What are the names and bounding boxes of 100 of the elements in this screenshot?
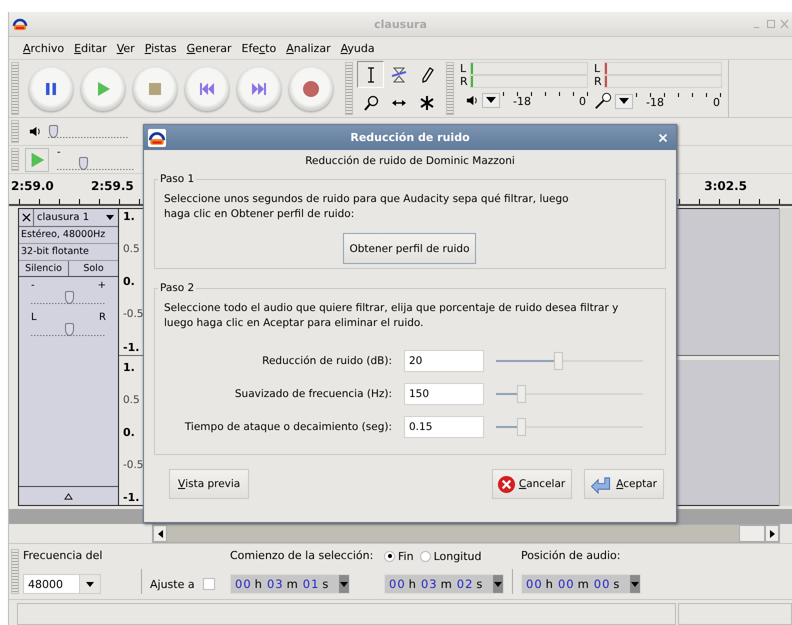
- record-button[interactable]: [289, 66, 333, 110]
- dialog-title: Reducción de ruido: [350, 131, 470, 144]
- speaker-icon: [466, 94, 479, 106]
- instruction-text: Seleccione todo el audio que quiere filtrar, elija que porcentaje de ruido desea filtrar y luego haga clic en Aceptar para eliminar el ruido.: [164, 301, 619, 331]
- slider-thumb[interactable]: [78, 156, 88, 170]
- time-control[interactable]: 00 h 03 m 01 s: [230, 574, 350, 594]
- scale-label: -0.5: [123, 308, 144, 320]
- speaker-icon: [29, 125, 42, 138]
- toolbar-grip[interactable]: [345, 62, 353, 115]
- scroll-right-button[interactable]: [765, 525, 779, 542]
- menu-item[interactable]: Archivo: [19, 42, 68, 54]
- skip-to-end-button[interactable]: [237, 66, 281, 110]
- slider-thumb[interactable]: [64, 323, 74, 336]
- rate-label: Frecuencia del: [23, 549, 104, 562]
- slider-thumb[interactable]: [516, 418, 526, 436]
- toolbar-grip[interactable]: [446, 62, 454, 115]
- slider-thumb[interactable]: [516, 385, 526, 403]
- stop-button[interactable]: [133, 66, 177, 110]
- meter-tick-label: -18: [513, 95, 531, 108]
- close-icon: [22, 213, 30, 222]
- group-legend: Paso 2: [158, 282, 196, 294]
- slider-end-label: L: [31, 313, 37, 323]
- dropdown-button[interactable]: [630, 575, 640, 593]
- snap-checkbox[interactable]: [202, 578, 215, 590]
- meter-tick-label: -18: [646, 96, 664, 109]
- dropdown-arrow-icon: [86, 582, 94, 586]
- input-field[interactable]: 150: [404, 383, 484, 405]
- time-label: 2:59.5: [91, 179, 135, 193]
- slider-thumb[interactable]: [64, 291, 74, 304]
- radio-option[interactable]: Longitud: [420, 550, 482, 562]
- menu-item[interactable]: Analizar: [282, 42, 335, 54]
- menu-item[interactable]: Efecto: [238, 42, 280, 54]
- input-field[interactable]: 0.15: [404, 416, 484, 438]
- menu-item[interactable]: Ayuda: [336, 42, 379, 54]
- slider-thumb[interactable]: [49, 124, 58, 138]
- skip-to-start-button[interactable]: [185, 66, 229, 110]
- cancel-icon: [496, 474, 516, 494]
- radio-button[interactable]: [384, 550, 395, 562]
- time-label: 2:59.0: [11, 179, 55, 193]
- minimum-label: -: [57, 148, 62, 156]
- time-control[interactable]: 00 h 03 m 02 s: [384, 574, 504, 594]
- group-legend: Paso 1: [158, 173, 196, 185]
- asterisk-icon: [418, 94, 434, 110]
- vertical-scrollbar[interactable]: [779, 208, 792, 506]
- scale-label: 1.: [123, 210, 136, 223]
- close-icon[interactable]: [780, 19, 790, 29]
- magnifier-icon: [362, 94, 378, 110]
- play-button[interactable]: [81, 66, 125, 110]
- play-at-speed-button[interactable]: [25, 148, 49, 172]
- time-control[interactable]: 00 h 00 m 00 s: [521, 574, 641, 594]
- snap-label: Ajuste a: [150, 578, 195, 590]
- radio-button[interactable]: [420, 550, 431, 562]
- window-title: clausura: [374, 18, 427, 30]
- parameter-label: Tiempo de ataque o decaimiento (seg):: [184, 421, 392, 433]
- time-label: 3:02.5: [704, 179, 747, 193]
- toolbar-grip[interactable]: [11, 549, 19, 594]
- radio-option[interactable]: Fin: [384, 550, 414, 562]
- scroll-thumb[interactable]: [739, 525, 765, 542]
- toolbar-grip[interactable]: [11, 120, 19, 143]
- dropdown-button[interactable]: [493, 575, 503, 593]
- slider-thumb[interactable]: [554, 352, 563, 370]
- dialog-heading: Reducción de ruido de Dominic Mazzoni: [305, 155, 515, 167]
- menu-item[interactable]: Generar: [182, 42, 236, 54]
- toolbar-grip[interactable]: [11, 62, 19, 115]
- slider-end-label: +: [98, 281, 106, 291]
- selection-tool-button[interactable]: [357, 61, 384, 88]
- menu-item[interactable]: Ver: [112, 42, 139, 54]
- parameter-slider[interactable]: [496, 416, 643, 438]
- dropdown-button[interactable]: [615, 94, 633, 108]
- meter-tick-label: 0: [579, 95, 586, 108]
- maximize-icon[interactable]: [766, 19, 776, 29]
- horizontal-scrollbar[interactable]: [152, 524, 780, 543]
- audio-position-label: Posición de audio:: [521, 549, 622, 562]
- scale-label: 0.: [123, 275, 136, 288]
- get-profile-button[interactable]: Obtener perfil de ruido: [343, 233, 476, 264]
- right-arrow-icon: [770, 530, 774, 538]
- scale-label: 1.: [123, 360, 136, 374]
- cancel-button[interactable]: Cancelar: [492, 469, 572, 499]
- scroll-left-button[interactable]: [153, 525, 167, 542]
- selection-start-label: Comienzo de la selección:: [230, 549, 374, 562]
- toolbar-grip[interactable]: [11, 148, 19, 171]
- preview-button[interactable]: Vista previa: [169, 469, 250, 499]
- input-field[interactable]: 20: [404, 350, 484, 372]
- dropdown-button[interactable]: [339, 575, 349, 593]
- dropdown-button[interactable]: [482, 92, 500, 108]
- scale-label: -0.5: [123, 458, 144, 471]
- channel-label: L: [594, 62, 602, 74]
- radio-label: Fin: [398, 550, 414, 562]
- slider-end-label: -: [31, 281, 35, 291]
- parameter-slider[interactable]: [496, 350, 643, 372]
- parameter-slider[interactable]: [496, 383, 643, 405]
- rate-combo-box[interactable]: 48000: [23, 574, 101, 594]
- menu-item[interactable]: Editar: [70, 42, 111, 54]
- menu-item[interactable]: Pistas: [140, 42, 181, 54]
- instruction-text: Seleccione unos segundos de ruido para que Audacity sepa qué filtrar, luego haga clic en Obtener perfil de ruido:: [164, 192, 570, 222]
- track-info: Estéreo, 48000Hz: [19, 227, 118, 244]
- ok-button[interactable]: Aceptar: [584, 469, 664, 499]
- envelope-tool-icon: [390, 66, 406, 82]
- pause-button[interactable]: [29, 66, 73, 110]
- radio-label: Longitud: [434, 550, 482, 562]
